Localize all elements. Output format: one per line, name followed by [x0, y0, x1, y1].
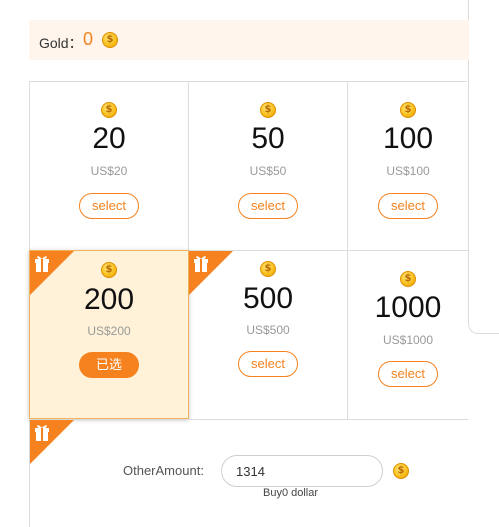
package-amount: 1000: [374, 291, 442, 324]
package-card-500[interactable]: $ 500 US$500 select: [189, 251, 348, 420]
select-button[interactable]: select: [79, 193, 139, 219]
package-card-20[interactable]: $ 20 US$20 select: [30, 82, 189, 251]
select-button[interactable]: select: [378, 193, 438, 219]
dollar-coin-icon: $: [101, 102, 117, 118]
select-button[interactable]: select: [378, 361, 438, 387]
dollar-coin-icon: $: [260, 102, 276, 118]
other-amount-label: OtherAmount:: [123, 463, 204, 478]
package-amount: 20: [92, 122, 126, 155]
dollar-coin-icon: $: [393, 463, 409, 479]
package-amount: 100: [382, 122, 434, 155]
gold-value: 0: [83, 29, 94, 49]
select-button[interactable]: select: [238, 351, 298, 377]
gold-label: Gold：: [39, 35, 83, 51]
package-price: US$1000: [382, 333, 434, 347]
package-price: US$500: [246, 323, 290, 337]
dollar-coin-icon: $: [101, 262, 117, 278]
gift-icon: [30, 420, 74, 464]
package-price: US$50: [249, 164, 287, 178]
buy-amount-note: Buy0 dollar: [263, 487, 319, 499]
package-amount: 500: [242, 282, 294, 315]
package-amount: 50: [251, 122, 285, 155]
package-card-50[interactable]: $ 50 US$50 select: [189, 82, 348, 251]
dollar-coin-icon: $: [102, 32, 118, 48]
package-price: US$200: [87, 324, 131, 338]
package-card-1000[interactable]: $ 1000 US$1000 select: [348, 251, 468, 420]
dollar-coin-icon: $: [400, 271, 416, 287]
package-price: US$100: [386, 164, 430, 178]
selected-button[interactable]: 已选: [79, 352, 139, 378]
dollar-coin-icon: $: [400, 102, 416, 118]
gold-balance-bar: Gold： 0 $: [29, 20, 469, 60]
package-amount: 200: [83, 283, 135, 316]
package-price: US$20: [90, 164, 128, 178]
package-card-100[interactable]: $ 100 US$100 select: [348, 82, 468, 251]
select-button[interactable]: select: [238, 193, 298, 219]
right-panel-edge: [468, 0, 499, 334]
other-amount-input[interactable]: [221, 455, 383, 487]
dollar-coin-icon: $: [260, 261, 276, 277]
package-card-200[interactable]: $ 200 US$200 已选: [29, 250, 189, 419]
